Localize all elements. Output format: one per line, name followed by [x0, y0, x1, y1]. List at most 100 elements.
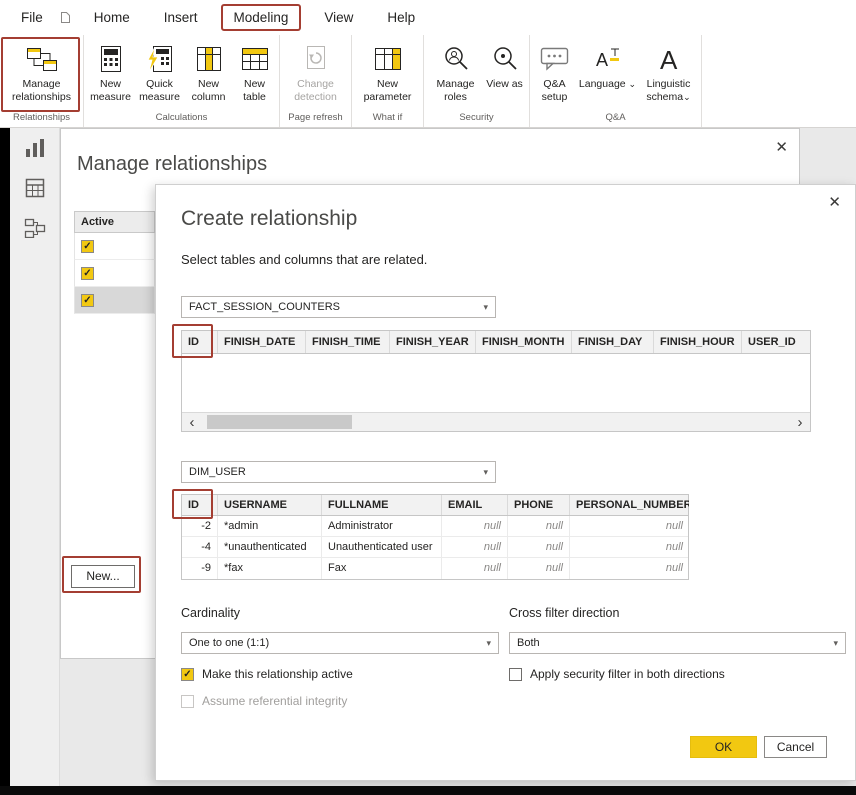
table-row: -2 *admin Administrator null null null — [182, 516, 688, 537]
menu-modeling[interactable]: Modeling — [221, 4, 302, 31]
cardinality-dropdown[interactable]: One to one (1:1) ▾ — [181, 632, 499, 654]
new-parameter-icon — [374, 40, 402, 78]
view-as-button[interactable]: View as — [484, 38, 526, 112]
checkbox-label: Assume referential integrity — [202, 694, 347, 708]
cell: -4 — [182, 537, 218, 557]
cross-filter-dropdown[interactable]: Both ▾ — [509, 632, 846, 654]
close-icon[interactable]: ✕ — [775, 138, 788, 156]
ribbon-group-security: Manage roles View as Security — [424, 35, 530, 127]
model-view-icon[interactable] — [10, 208, 59, 248]
menu-insert[interactable]: Insert — [153, 6, 209, 29]
manage-relationships-icon — [26, 40, 58, 78]
dialog-subtitle: Select tables and columns that are relat… — [181, 252, 427, 267]
column-header[interactable]: FINISH_YEAR — [390, 331, 476, 353]
view-as-icon — [492, 40, 518, 78]
column-header[interactable]: FINISH_MONTH — [476, 331, 572, 353]
check-icon: ✓ — [83, 241, 91, 252]
cardinality-label: Cardinality — [181, 606, 240, 620]
close-icon[interactable]: ✕ — [828, 193, 841, 211]
column-header[interactable]: USERNAME — [218, 495, 322, 515]
ribbon-group-page-refresh: Change detection Page refresh — [280, 35, 352, 127]
manage-relationships-button[interactable]: Manage relationships — [2, 38, 82, 112]
ribbon-button-label: New table — [233, 78, 277, 104]
new-table-button[interactable]: New table — [233, 38, 277, 112]
column-header[interactable]: EMAIL — [442, 495, 508, 515]
cell: null — [442, 558, 508, 579]
from-table-body — [182, 354, 810, 412]
quick-measure-button[interactable]: Quick measure — [135, 38, 185, 112]
horizontal-scrollbar[interactable]: ‹ › — [182, 412, 810, 431]
qa-setup-button[interactable]: Q&A setup — [531, 38, 579, 112]
dropdown-value: Both — [517, 637, 540, 649]
cell: null — [570, 516, 689, 536]
language-button[interactable]: A Language ⌄ — [579, 38, 637, 112]
column-header[interactable]: FINISH_DAY — [572, 331, 654, 353]
column-header[interactable]: PHONE — [508, 495, 570, 515]
security-filter-checkbox-row[interactable]: Apply security filter in both directions — [509, 667, 725, 681]
new-column-button[interactable]: New column — [185, 38, 233, 112]
column-header[interactable]: ID — [182, 495, 218, 515]
menu-file[interactable]: File — [10, 6, 54, 29]
menu-view[interactable]: View — [313, 6, 364, 29]
column-header[interactable]: ID — [182, 331, 218, 353]
chevron-down-icon: ⌄ — [629, 79, 637, 89]
menu-home[interactable]: Home — [83, 6, 141, 29]
cell: Fax — [322, 558, 442, 579]
relationship-row-selected[interactable]: ✓ — [74, 287, 155, 314]
make-active-checkbox[interactable]: ✓ — [181, 668, 194, 681]
cell: null — [508, 537, 570, 557]
qa-setup-icon — [540, 40, 570, 78]
status-bar — [0, 786, 856, 795]
cancel-button[interactable]: Cancel — [764, 736, 827, 758]
column-header[interactable]: FINISH_DATE — [218, 331, 306, 353]
active-checkbox[interactable]: ✓ — [81, 267, 94, 280]
column-header[interactable]: PERSONAL_NUMBER — [570, 495, 689, 515]
ribbon-group-what-if: New parameter What if — [352, 35, 424, 127]
dropdown-arrow-icon: ▾ — [486, 638, 491, 649]
scroll-right-icon[interactable]: › — [790, 414, 810, 431]
from-table-dropdown[interactable]: FACT_SESSION_COUNTERS ▾ — [181, 296, 496, 318]
menu-bar: File Home Insert Modeling View Help — [0, 0, 856, 35]
column-header[interactable]: FINISH_TIME — [306, 331, 390, 353]
dropdown-value: FACT_SESSION_COUNTERS — [189, 301, 340, 313]
make-active-checkbox-row[interactable]: ✓ Make this relationship active — [181, 667, 353, 681]
left-edge-strip — [0, 128, 10, 795]
linguistic-schema-icon: A — [657, 40, 681, 78]
svg-text:A: A — [660, 45, 678, 74]
manage-roles-button[interactable]: Manage roles — [428, 38, 484, 112]
menu-help[interactable]: Help — [376, 6, 426, 29]
security-filter-checkbox[interactable] — [509, 668, 522, 681]
scrollbar-track[interactable] — [202, 413, 790, 431]
cross-filter-label: Cross filter direction — [509, 606, 619, 620]
relationship-row[interactable]: ✓ — [74, 233, 155, 260]
powerbi-window: File Home Insert Modeling View Help — [0, 0, 856, 795]
from-table-preview: ID FINISH_DATE FINISH_TIME FINISH_YEAR F… — [181, 330, 811, 432]
to-table-dropdown[interactable]: DIM_USER ▾ — [181, 461, 496, 483]
cell: null — [570, 558, 689, 579]
active-checkbox[interactable]: ✓ — [81, 294, 94, 307]
cell: null — [442, 537, 508, 557]
new-measure-button[interactable]: New measure — [87, 38, 135, 112]
new-relationship-button[interactable]: New... — [71, 565, 135, 588]
checkbox-label: Apply security filter in both directions — [530, 667, 725, 681]
active-checkbox[interactable]: ✓ — [81, 240, 94, 253]
cell: -9 — [182, 558, 218, 579]
ribbon-group-label: What if — [352, 112, 423, 127]
new-parameter-button[interactable]: New parameter — [357, 38, 419, 112]
cell: Unauthenticated user — [322, 537, 442, 557]
scrollbar-thumb[interactable] — [207, 415, 352, 429]
check-icon: ✓ — [83, 268, 91, 279]
check-icon: ✓ — [183, 669, 191, 680]
column-header[interactable]: FINISH_HOUR — [654, 331, 742, 353]
ribbon-button-label: Quick measure — [135, 78, 185, 104]
scroll-left-icon[interactable]: ‹ — [182, 414, 202, 431]
report-view-icon[interactable] — [10, 128, 59, 168]
ok-button[interactable]: OK — [690, 736, 757, 758]
linguistic-schema-button[interactable]: A Linguistic schema⌄ — [637, 38, 701, 112]
data-view-icon[interactable] — [10, 168, 59, 208]
column-header[interactable]: FULLNAME — [322, 495, 442, 515]
ribbon-group-calculations: New measure Quick measure — [84, 35, 280, 127]
dropdown-value: One to one (1:1) — [189, 637, 269, 649]
relationship-row[interactable]: ✓ — [74, 260, 155, 287]
column-header[interactable]: USER_ID — [742, 331, 810, 353]
